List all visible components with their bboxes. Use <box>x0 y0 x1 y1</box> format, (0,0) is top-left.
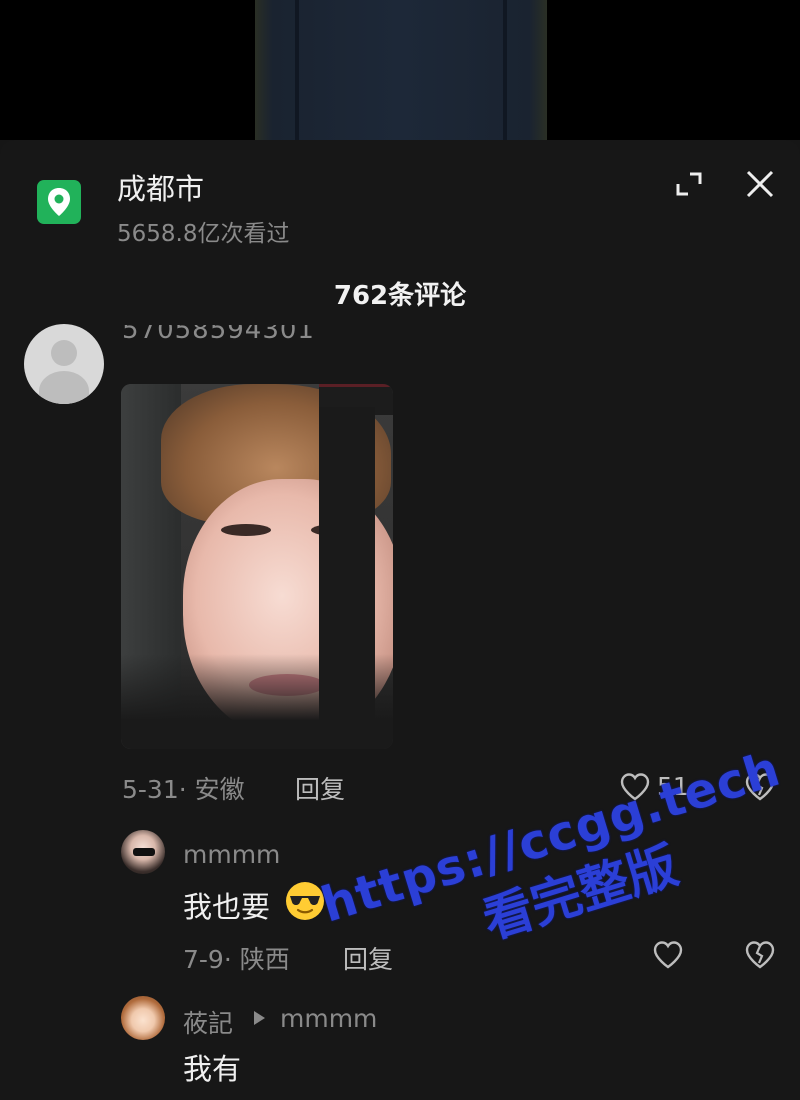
video-player-background[interactable] <box>0 0 800 140</box>
heart-icon[interactable] <box>619 772 651 802</box>
reply-username[interactable]: mmmm <box>183 840 280 869</box>
sunglasses-emoji-icon <box>284 880 326 922</box>
reply-avatar[interactable] <box>121 996 165 1040</box>
reply-username[interactable]: 莜記 <box>183 1004 233 1040</box>
reply-date-region: 7-9· 陕西 <box>183 945 290 974</box>
location-pin-icon[interactable] <box>37 180 81 224</box>
photo-eye-left <box>221 524 271 536</box>
broken-heart-icon[interactable] <box>744 940 776 970</box>
reply-text: 我有 <box>183 1052 242 1086</box>
reply-button[interactable]: 回复 <box>295 770 345 806</box>
comment-date-region: 5-31· 安徽 <box>122 775 245 804</box>
like-count: 51 <box>657 772 689 801</box>
comment-image[interactable] <box>121 384 393 749</box>
expand-icon[interactable] <box>672 166 708 202</box>
reply-avatar[interactable] <box>121 830 165 874</box>
broken-heart-icon[interactable] <box>744 772 776 802</box>
location-title[interactable]: 成都市 <box>117 166 204 208</box>
reply-text: 我也要 <box>183 890 271 924</box>
location-view-count: 5658.8亿次看过 <box>117 221 290 247</box>
reply-button[interactable]: 回复 <box>343 940 393 976</box>
avatar-body-shape <box>39 371 89 404</box>
close-icon[interactable] <box>742 166 778 202</box>
comment-count-header: 762条评论 <box>333 281 467 311</box>
avatar-head-shape <box>51 340 77 366</box>
comment-username-text: 57058594301 <box>122 325 315 345</box>
avatar[interactable] <box>24 324 104 404</box>
reply-to-username[interactable]: mmmm <box>280 1004 377 1033</box>
photo-overlay-inset <box>319 384 393 749</box>
video-frame-person <box>255 0 547 140</box>
comment-username[interactable]: 57058594301 <box>122 325 315 352</box>
reply-to-arrow-icon <box>254 1011 265 1025</box>
heart-icon[interactable] <box>652 940 684 970</box>
